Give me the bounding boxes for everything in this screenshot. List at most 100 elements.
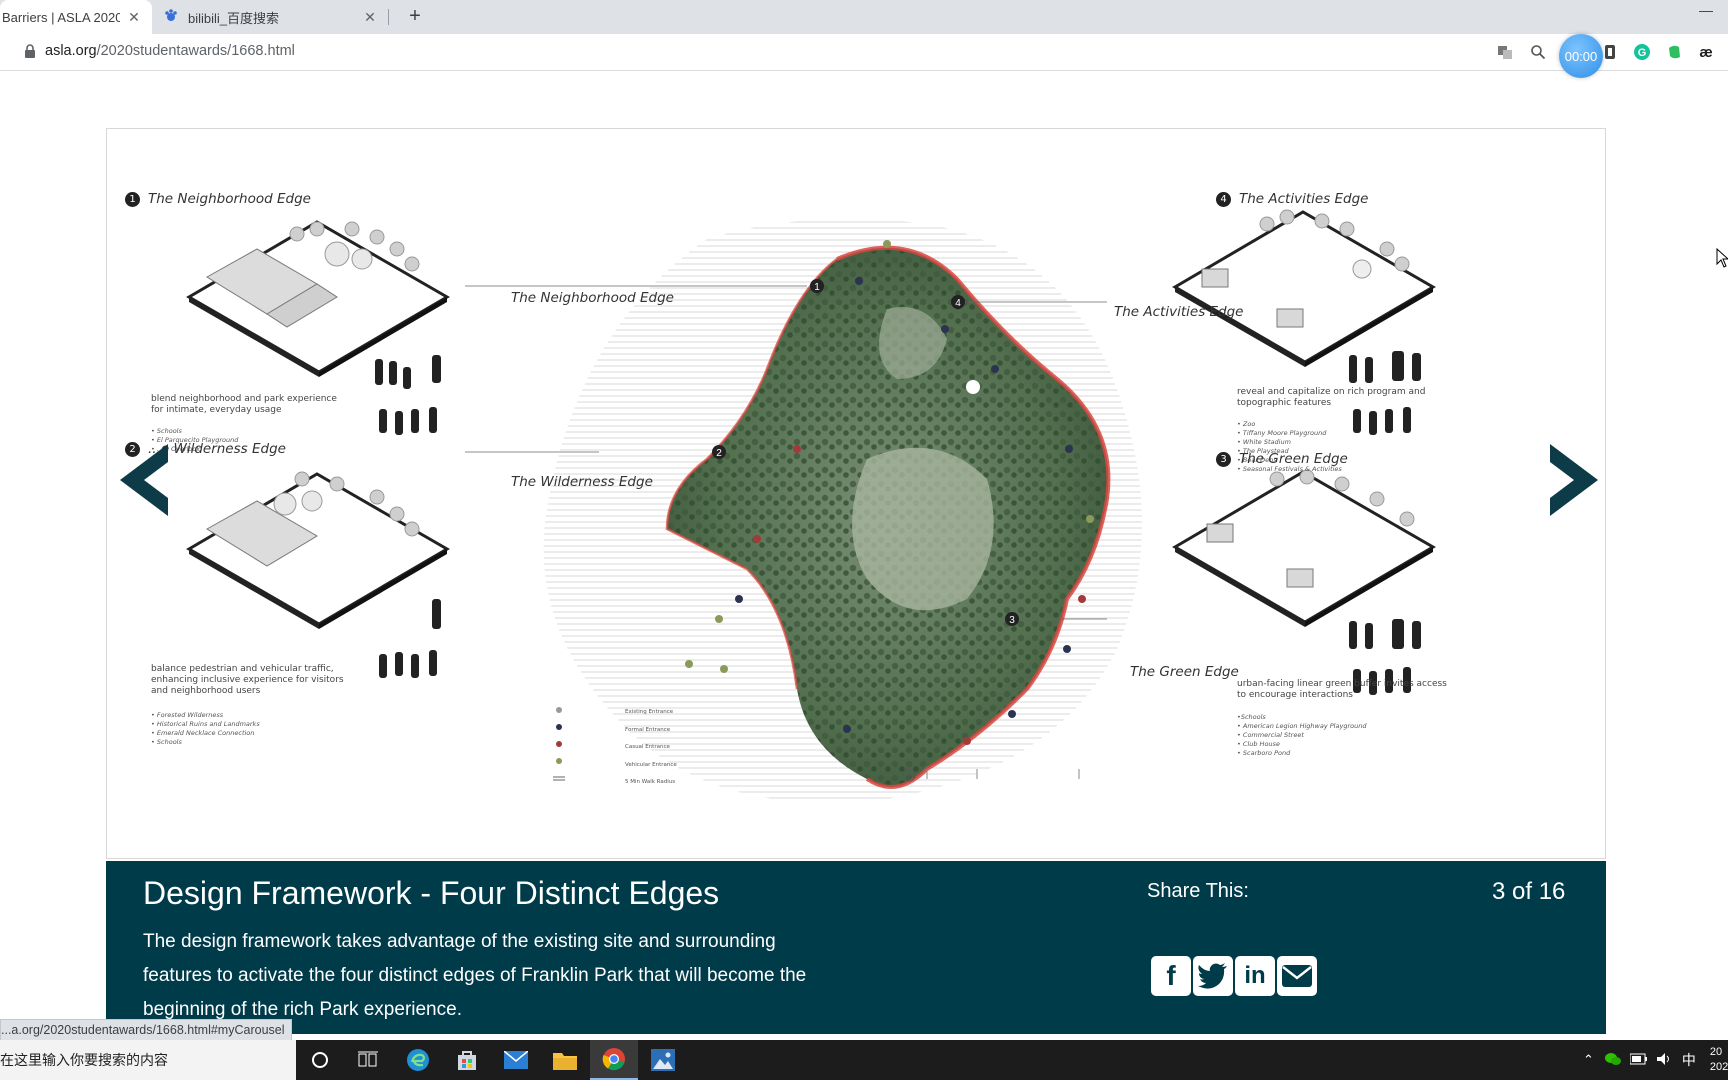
carousel-next-arrow[interactable] (1546, 440, 1602, 520)
desc-line: to encourage interactions (1237, 690, 1353, 700)
edge-title: The Green Edge (1239, 451, 1348, 467)
baidu-icon (163, 8, 179, 27)
legend-item: 5 Min Walk Radius (625, 779, 676, 785)
tab-divider (388, 9, 389, 25)
tab-title: Barriers | ASLA 2020 (2, 9, 120, 25)
facebook-share-button[interactable]: f (1151, 956, 1191, 996)
bullet: • Tiffany Moore Playground (1237, 429, 1327, 437)
diagram-neighborhood (186, 220, 450, 377)
carousel-prev-arrow[interactable] (116, 440, 172, 520)
edge-taskbar-button[interactable] (394, 1040, 442, 1080)
map-legend: Existing Entrance Formal Entrance Casual… (625, 704, 677, 792)
battery-icon[interactable] (1629, 1053, 1648, 1068)
tab-bilibili[interactable]: bilibili_百度搜索 ✕ (152, 0, 388, 34)
evernote-icon[interactable] (1664, 42, 1684, 62)
clock-date: 202 (1709, 1061, 1728, 1073)
map-marker-1: 1 (810, 279, 824, 293)
tab-title: bilibili_百度搜索 (188, 10, 280, 26)
store-taskbar-button[interactable] (443, 1040, 491, 1080)
map-label-activities: The Activities Edge (1114, 304, 1244, 320)
edge-icon (407, 1049, 429, 1071)
lock-icon[interactable] (24, 44, 36, 63)
edge-number-badge: 1 (125, 192, 140, 207)
taskbar-search-input[interactable]: 在这里输入你要搜索的内容 (0, 1040, 296, 1080)
bullet: • White Stadium (1237, 438, 1291, 446)
twitter-share-button[interactable] (1193, 956, 1233, 996)
url-field[interactable]: asla.org/2020studentawards/1668.html (45, 43, 295, 59)
new-tab-button[interactable]: + (403, 5, 427, 29)
linkedin-icon: in (1244, 962, 1266, 989)
map-marker-3: 3 (1005, 612, 1019, 626)
mail-taskbar-button[interactable] (492, 1040, 540, 1080)
clock[interactable]: 20 202 (1710, 1045, 1728, 1075)
edge-number-badge: 3 (1216, 452, 1231, 467)
wechat-icon[interactable] (1604, 1052, 1622, 1069)
map-marker-2: 2 (712, 445, 726, 459)
slide-title: Design Framework - Four Distinct Edges (143, 875, 720, 911)
ime-indicator[interactable]: 中 (1682, 1050, 1696, 1070)
grammarly-icon[interactable]: G (1632, 42, 1652, 62)
bullet: • Club House (1237, 740, 1280, 748)
legend-swatches (553, 707, 565, 781)
bullet: • Zoo (1237, 420, 1256, 428)
desc-line: topographic features (1237, 398, 1332, 408)
green-edge-heading: 3 The Green Edge (1216, 451, 1348, 467)
svg-text:G: G (1638, 47, 1647, 59)
slide-counter: 3 of 16 (1492, 878, 1566, 905)
ae-icon[interactable]: æ (1696, 42, 1716, 62)
legend-item: Existing Entrance (625, 709, 674, 715)
cortana-button[interactable] (296, 1040, 344, 1080)
extension-icon[interactable] (1600, 42, 1620, 62)
legend-item: Casual Entrance (625, 744, 670, 750)
neighborhood-edge-heading: 1 The Neighborhood Edge (125, 191, 311, 207)
task-view-button[interactable] (344, 1040, 392, 1080)
close-icon[interactable]: ✕ (362, 9, 378, 25)
mouse-cursor-icon (1716, 248, 1728, 268)
edge-title: The Activities Edge (1239, 191, 1369, 207)
site-plan-poster: 1 4 2 3 (186, 209, 1436, 803)
edge-number-badge: 4 (1216, 192, 1231, 207)
close-icon[interactable]: ✕ (126, 9, 142, 25)
explorer-taskbar-button[interactable] (541, 1040, 589, 1080)
svg-text:3: 3 (1009, 615, 1015, 626)
chrome-taskbar-button[interactable] (590, 1040, 638, 1080)
desc-line: for intimate, everyday usage (151, 405, 282, 415)
tab-strip: Barriers | ASLA 2020 ✕ bilibili_百度搜索 ✕ +… (0, 0, 1728, 34)
diagram-activities (1172, 209, 1436, 367)
linkedin-share-button[interactable]: in (1235, 956, 1275, 996)
map-label-green: The Green Edge (1130, 664, 1239, 680)
svg-text:1: 1 (814, 282, 820, 293)
desc-line: reveal and capitalize on rich program an… (1237, 387, 1426, 397)
timer-badge[interactable]: 00:00 (1559, 34, 1603, 78)
photos-taskbar-button[interactable] (639, 1040, 687, 1080)
bullet: • Historical Ruins and Landmarks (151, 720, 260, 728)
wilderness-description: balance pedestrian and vehicular traffic… (151, 664, 344, 697)
slide-caption: Design Framework - Four Distinct Edges T… (106, 861, 1606, 1034)
zoom-icon[interactable] (1528, 42, 1548, 62)
clock-time: 20 (1709, 1046, 1723, 1058)
task-view-icon (358, 1051, 378, 1067)
address-bar: asla.org/2020studentawards/1668.html G æ (0, 34, 1728, 71)
volume-icon[interactable] (1656, 1052, 1674, 1069)
url-path: /2020studentawards/1668.html (96, 43, 295, 59)
twitter-icon (1198, 963, 1227, 989)
svg-text:2: 2 (716, 448, 722, 459)
chevron-up-icon[interactable]: ⌃ (1583, 1052, 1594, 1068)
link-status-bubble: ...a.org/2020studentawards/1668.html#myC… (0, 1019, 292, 1042)
tab-asla[interactable]: Barriers | ASLA 2020 ✕ (0, 0, 152, 34)
legend-item: Formal Entrance (625, 726, 671, 733)
wilderness-bullets: • Forested Wilderness • Historical Ruins… (151, 711, 260, 747)
bullet: •Schools (1237, 713, 1266, 721)
diagram-green (1172, 469, 1436, 627)
diagram-wilderness (186, 471, 450, 629)
bullet: • Forested Wilderness (151, 711, 224, 719)
chrome-icon (602, 1048, 625, 1071)
carousel-slide: 1 4 2 3 1 The Neighborhood Edge blend ne… (106, 128, 1606, 859)
email-share-button[interactable] (1277, 956, 1317, 996)
desc-line: balance pedestrian and vehicular traffic… (151, 664, 334, 674)
minimize-button[interactable]: — (1696, 2, 1716, 22)
bullet: • Emerald Necklace Connection (151, 729, 255, 737)
translate-icon[interactable] (1495, 42, 1515, 62)
desc-line: blend neighborhood and park experience (151, 394, 337, 404)
desc-line: enhancing inclusive experience for visit… (151, 675, 344, 685)
